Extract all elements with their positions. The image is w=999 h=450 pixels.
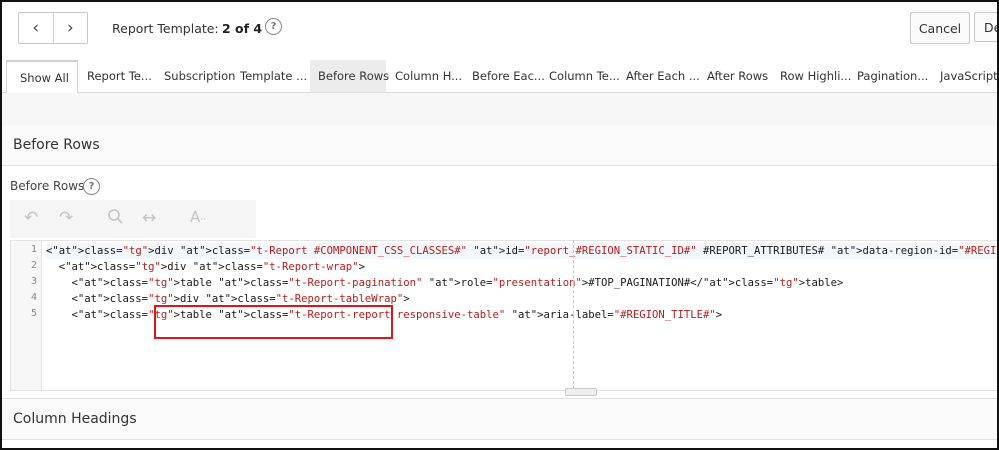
tab-row-highlighting[interactable]: Row Highli... xyxy=(780,60,851,92)
cancel-button[interactable]: Cancel xyxy=(910,12,970,44)
field-help-icon[interactable]: ? xyxy=(83,178,100,195)
line-number-gutter: 1 2 3 4 5 xyxy=(11,241,42,390)
tab-before-each-row[interactable]: Before Eac... xyxy=(472,60,545,92)
line-number: 2 xyxy=(30,260,37,271)
tab-column-headings[interactable]: Column H... xyxy=(395,60,462,92)
tab-bar: Show All Report Te... Subscription Templ… xyxy=(2,60,997,93)
previous-button[interactable]: ‹ xyxy=(19,13,53,43)
redo-icon[interactable]: ↷ xyxy=(59,208,73,228)
search-icon[interactable] xyxy=(107,208,124,230)
highlight-box xyxy=(154,305,393,339)
divider xyxy=(2,93,997,126)
report-template-editor-window: ‹ › Report Template: 2 of 4 ? Cancel De … xyxy=(0,0,999,450)
line-number: 5 xyxy=(30,308,37,319)
tab-pagination[interactable]: Pagination... xyxy=(857,60,928,92)
tab-template-options[interactable]: Template ... xyxy=(240,60,307,92)
line-number: 4 xyxy=(30,292,37,303)
top-toolbar: ‹ › Report Template: 2 of 4 ? Cancel De xyxy=(2,2,997,52)
column-headings-section-header[interactable]: Column Headings xyxy=(2,398,997,440)
tab-subscription[interactable]: Subscription xyxy=(164,60,235,92)
tab-after-rows[interactable]: After Rows xyxy=(707,60,768,92)
help-icon[interactable]: ? xyxy=(265,18,282,35)
code-line: <"at">class="tg">div "at">class="t-Repor… xyxy=(46,243,997,259)
section-title: Column Headings xyxy=(13,411,137,427)
next-button[interactable]: › xyxy=(52,13,88,43)
chevron-left-icon: ‹ xyxy=(32,18,40,38)
code-line: <"at">class="tg">div "at">class="t-Repor… xyxy=(46,261,365,273)
tab-javascript[interactable]: JavaScript xyxy=(940,60,997,92)
before-rows-field-label: Before Rows xyxy=(10,179,85,193)
tab-show-all[interactable]: Show All xyxy=(6,60,78,93)
record-count: 2 of 4 xyxy=(222,21,263,36)
tab-report-template[interactable]: Report Te... xyxy=(87,60,152,92)
horizontal-arrows-icon[interactable]: ↔ xyxy=(142,208,156,228)
editor-resize-handle[interactable] xyxy=(565,388,597,396)
section-title: Before Rows xyxy=(13,137,100,153)
code-line: <"at">class="tg">table "at">class="t-Rep… xyxy=(46,277,844,289)
line-number: 1 xyxy=(30,244,37,255)
chevron-right-icon: › xyxy=(66,18,74,38)
tab-column-templates[interactable]: Column Te... xyxy=(549,60,620,92)
line-number: 3 xyxy=(30,276,37,287)
delete-button[interactable]: De xyxy=(974,12,997,42)
before-rows-section-header[interactable]: Before Rows xyxy=(2,125,997,166)
code-editor-toolbar: ↶ ↷ ↔ A·· xyxy=(10,200,256,238)
print-margin-guide xyxy=(573,240,574,389)
tab-before-rows[interactable]: Before Rows xyxy=(310,60,389,92)
pagination-nav: ‹ › xyxy=(18,12,88,44)
undo-icon[interactable]: ↶ xyxy=(24,208,38,228)
tab-after-each-row[interactable]: After Each ... xyxy=(626,60,700,92)
font-size-icon[interactable]: A·· xyxy=(190,208,206,226)
report-template-label: Report Template: xyxy=(112,21,219,36)
